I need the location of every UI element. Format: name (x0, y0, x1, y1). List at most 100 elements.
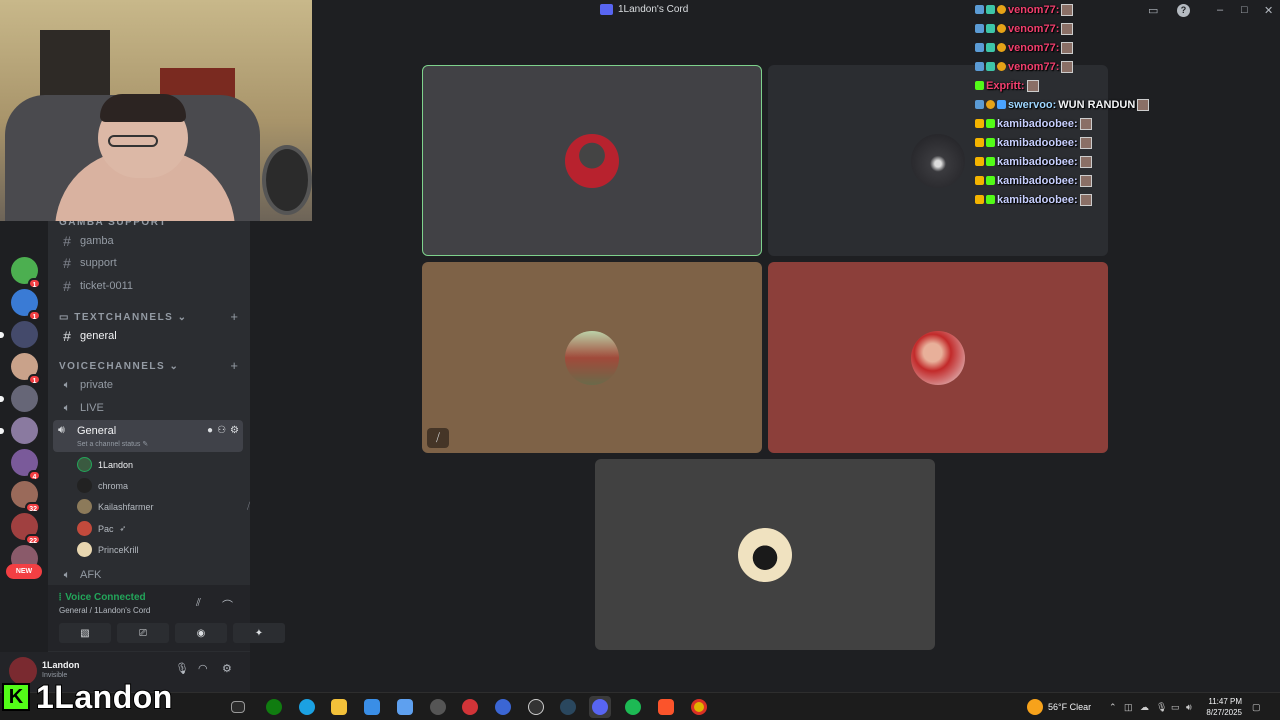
video-tile-princekrill[interactable] (595, 459, 935, 650)
channel-label: private (80, 379, 114, 391)
tray-icon[interactable]: ◫ (1124, 702, 1133, 713)
chat-username: venom77: (1008, 3, 1060, 16)
hash-icon: # (63, 328, 71, 344)
task-view-icon[interactable] (231, 701, 245, 713)
crown-icon (975, 195, 984, 204)
badge-icon (997, 24, 1006, 33)
activities-button[interactable]: ◉ (175, 623, 227, 643)
xbox-icon[interactable] (266, 699, 282, 715)
speaker-icon: 🔈︎ (63, 378, 71, 391)
voice-connected-label: Voice Connected (65, 592, 146, 603)
video-tile-1landon[interactable] (422, 65, 762, 256)
add-channel-icon[interactable]: + (230, 309, 238, 324)
screenshare-button[interactable]: ⎚ (117, 623, 169, 643)
server-icon-4[interactable]: 1 (11, 353, 41, 385)
server-icon-6[interactable] (0, 417, 38, 444)
chat-icon[interactable]: ● (207, 425, 213, 436)
rocket-icon: ➶ (119, 524, 127, 533)
new-unreads-pill[interactable]: NEW (6, 564, 42, 579)
video-tile-pac[interactable] (768, 262, 1108, 453)
microphone-icon[interactable]: 🎙︎ (175, 662, 189, 675)
brave-icon[interactable] (658, 699, 674, 715)
avatar (738, 527, 792, 582)
app-icon[interactable] (462, 699, 478, 715)
chevron-up-icon[interactable]: ⌃ (1109, 702, 1117, 713)
chrome-icon[interactable] (691, 699, 707, 715)
channel-actions: ● ⚇ ⚙ (207, 425, 239, 436)
disconnect-icon[interactable]: ⌒ (222, 597, 233, 613)
weather-text[interactable]: 56°F Clear (1048, 702, 1091, 712)
server-icon-3[interactable] (0, 321, 38, 348)
close-button[interactable]: ✕ (1264, 4, 1273, 17)
noise-suppression-icon[interactable]: ⫽ (196, 597, 201, 610)
voice-connected-status[interactable]: ⦙ Voice Connected (59, 592, 146, 603)
steam-icon[interactable] (560, 699, 576, 715)
server-icon-8[interactable]: 32 (11, 481, 41, 513)
channel-gamba[interactable]: # gamba (57, 231, 245, 251)
hash-icon: # (63, 278, 71, 294)
microphone-icon[interactable]: 🎙︎ (1156, 702, 1167, 713)
voice-user-princekrill[interactable]: PrinceKrill (77, 542, 139, 557)
server-icon-5[interactable] (0, 385, 38, 412)
server-icon-7[interactable]: 4 (11, 449, 41, 481)
minimize-button[interactable]: – (1217, 4, 1223, 16)
voice-channel-afk[interactable]: 🔈︎ AFK (57, 565, 245, 585)
volume-icon[interactable]: 🔊︎ (1186, 702, 1192, 713)
channel-ticket[interactable]: # ticket-0011 (57, 276, 245, 296)
add-channel-icon[interactable]: + (230, 358, 238, 373)
category-text[interactable]: ▭ TEXTCHANNELS ⌄ (59, 312, 188, 323)
store-icon[interactable] (364, 699, 380, 715)
clock[interactable]: 11:47 PM 8/27/2025 (1206, 696, 1242, 718)
badge-icon (986, 195, 995, 204)
server-icon-2[interactable]: 1 (11, 289, 41, 321)
voice-user-1landon[interactable]: 1Landon (77, 457, 133, 472)
gear-icon[interactable]: ⚙ (230, 425, 239, 436)
server-icon-1[interactable]: 1 (11, 257, 41, 289)
settings-icon[interactable] (430, 699, 446, 715)
voice-user-chroma[interactable]: chroma (77, 478, 128, 493)
network-icon[interactable]: ▭ (1171, 702, 1180, 713)
channel-label: General (77, 425, 117, 437)
app-icon[interactable] (495, 699, 511, 715)
emote-icon (1061, 3, 1074, 16)
category-voice[interactable]: VOICECHANNELS ⌄ (59, 361, 179, 372)
channel-support[interactable]: # support (57, 253, 245, 273)
voice-location: General / 1Landon's Cord (59, 606, 151, 615)
soundboard-button[interactable]: ✦ (233, 623, 285, 643)
voice-user-pac[interactable]: Pac ➶ (77, 521, 126, 536)
maximize-button[interactable]: □ (1241, 4, 1248, 16)
invite-icon[interactable]: ⚇ (217, 425, 226, 436)
chat-message: venom77: (975, 0, 1205, 19)
mute-icon: ⧸ (247, 501, 251, 511)
app-icon[interactable] (528, 699, 544, 715)
video-tile-kailashfarmer[interactable]: ⧸ (422, 262, 762, 453)
channel-general-text[interactable]: # general (57, 326, 245, 346)
voice-channel-private[interactable]: 🔈︎ private (57, 375, 245, 395)
username[interactable]: 1Landon (42, 660, 80, 670)
spotify-icon[interactable] (625, 699, 641, 715)
file-explorer-icon[interactable] (331, 699, 347, 715)
discord-active-tab[interactable] (589, 696, 611, 718)
channel-status[interactable]: Set a channel status ✎ (77, 440, 148, 448)
gear-icon[interactable]: ⚙ (222, 662, 232, 675)
calculator-icon[interactable] (397, 699, 413, 715)
voice-user-kailashfarmer[interactable]: Kailashfarmer ⧸ (77, 499, 250, 514)
speaker-icon: 🔈︎ (63, 568, 71, 581)
server-rail: 1 1 1 4 32 22 NEW (0, 220, 48, 690)
server-icon-9[interactable]: 22 (11, 513, 41, 545)
camera-off-icon: ▧ (80, 627, 90, 639)
chat-message: venom77: (975, 57, 1205, 76)
chat-overlay: venom77: venom77: venom77: venom77: Expr… (975, 0, 1205, 209)
user-label: Pac (98, 523, 114, 534)
badge-icon (975, 43, 984, 52)
voice-channel-general[interactable]: 🔊︎ General Set a channel status ✎ ● ⚇ ⚙ (53, 420, 243, 452)
screen-share-icon: ⎚ (139, 627, 147, 639)
chat-username: kamibadoobee: (997, 193, 1078, 206)
headphones-icon[interactable]: ◠ (198, 662, 208, 675)
notification-icon[interactable]: ▢ (1252, 702, 1261, 713)
cloud-icon[interactable]: ☁ (1140, 702, 1149, 713)
voice-channel-live[interactable]: 🔈︎ LIVE (57, 398, 245, 418)
edge-icon[interactable] (299, 699, 315, 715)
camera-button[interactable]: ▧ (59, 623, 111, 643)
chat-username: venom77: (1008, 60, 1060, 73)
